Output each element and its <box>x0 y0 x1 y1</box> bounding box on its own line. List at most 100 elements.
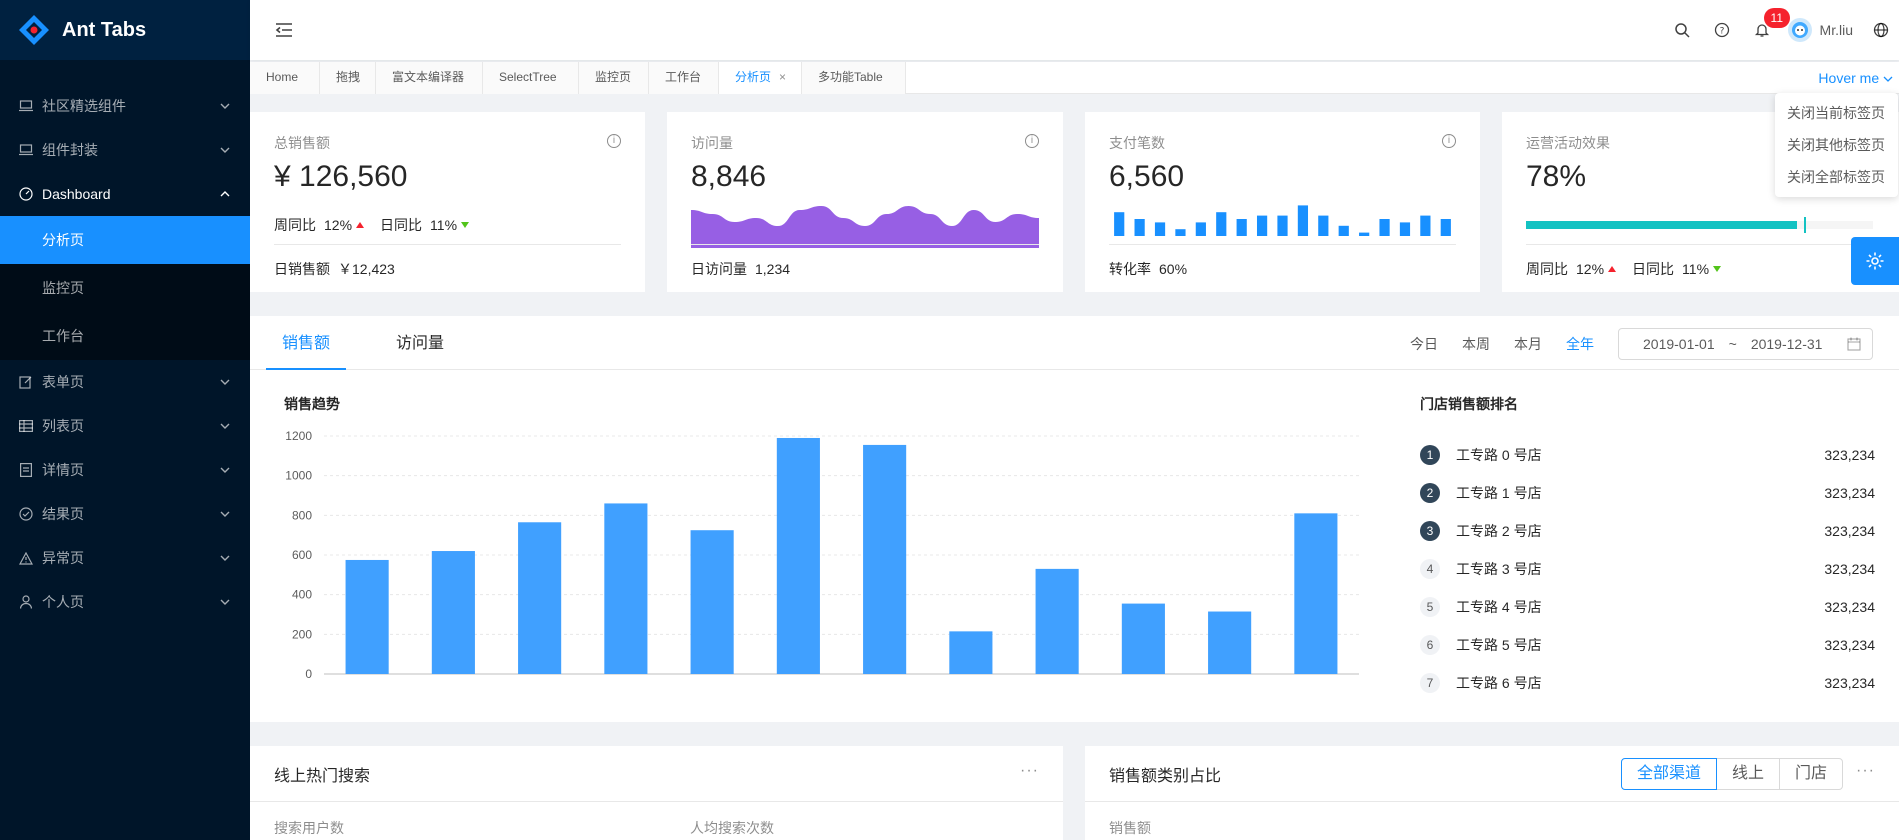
laptop-icon <box>18 142 34 158</box>
sidebar-item-monitor[interactable]: 监控页 <box>0 264 250 312</box>
sidebar-item-profile[interactable]: 详情页 <box>0 448 250 492</box>
gear-icon <box>1866 252 1884 270</box>
card-header: 线上热门搜索 ··· <box>250 746 1063 802</box>
store-name: 工专路 5 号店 <box>1456 637 1542 653</box>
y-tick-label: 1200 <box>285 429 312 443</box>
bar[interactable] <box>776 437 820 674</box>
chevron-down-icon <box>1883 76 1893 82</box>
close-current-tab-item[interactable]: 关闭当前标签页 <box>1775 97 1898 129</box>
chevron-down-icon <box>220 599 230 605</box>
sales-category-card: 销售额类别占比 全部渠道 线上 门店 ··· 销售额 <box>1085 746 1899 840</box>
user-menu[interactable]: Mr.liu <box>1782 0 1863 60</box>
more-icon[interactable]: ··· <box>1020 762 1039 780</box>
settings-drawer-button[interactable] <box>1851 237 1899 285</box>
sidebar-item-components[interactable]: 组件封装 <box>0 128 250 172</box>
channel-all-button[interactable]: 全部渠道 <box>1620 758 1717 790</box>
channel-online-button[interactable]: 线上 <box>1715 758 1780 790</box>
bar[interactable] <box>690 530 734 674</box>
search-per-user-label: 人均搜索次数 <box>690 820 774 836</box>
date-end: 2019-12-31 <box>1750 336 1823 352</box>
bar[interactable] <box>345 559 389 674</box>
bar[interactable] <box>1294 513 1338 674</box>
y-tick-label: 600 <box>292 548 312 562</box>
store-ranking-list: 1 工专路 0 号店 323,234 2 工专路 1 号店 323,234 3 工专路 2 号… <box>1420 436 1875 702</box>
caret-down-icon <box>461 222 470 228</box>
info-icon[interactable]: i <box>1025 134 1039 148</box>
store-name: 工专路 1 号店 <box>1456 485 1542 501</box>
sidebar-item-community[interactable]: 社区精选组件 <box>0 84 250 128</box>
search-icon[interactable] <box>1662 0 1702 60</box>
y-tick-label: 1000 <box>285 469 312 483</box>
svg-text:?: ? <box>1719 27 1724 37</box>
globe-icon[interactable] <box>1863 0 1899 60</box>
range-month-link[interactable]: 本月 <box>1514 334 1542 354</box>
close-other-tabs-item[interactable]: 关闭其他标签页 <box>1775 129 1898 161</box>
bar[interactable] <box>1208 611 1252 674</box>
sales-panel: 销售额 访问量 今日 本周 本月 全年 2019-01-01 ~ 2019-12… <box>250 316 1899 722</box>
card-footer: 转化率 60% <box>1109 244 1456 292</box>
date-range-picker[interactable]: 2019-01-01 ~ 2019-12-31 <box>1618 328 1873 360</box>
more-icon[interactable]: ··· <box>1856 762 1875 780</box>
tab-workplace[interactable]: 工作台 <box>649 62 719 94</box>
sidebar: Ant Tabs 社区精选组件 组件封装 Dashboard 分析页 监控页 工… <box>0 0 250 840</box>
card-footer: 周同比 12% 日同比 11% <box>1526 244 1875 292</box>
tab-analysis[interactable]: 分析页 × <box>719 62 802 94</box>
bar[interactable] <box>949 631 993 674</box>
help-icon[interactable]: ? <box>1702 0 1742 60</box>
store-sales-value: 323,234 <box>1824 523 1875 539</box>
sidebar-item-analysis[interactable]: 分析页 <box>0 216 250 264</box>
channel-store-button[interactable]: 门店 <box>1778 758 1843 790</box>
range-today-link[interactable]: 今日 <box>1410 334 1438 354</box>
tab-select-tree[interactable]: SelectTree <box>483 62 579 94</box>
sidebar-item-result[interactable]: 结果页 <box>0 492 250 536</box>
notification-bell[interactable]: 11 <box>1742 0 1791 60</box>
mini-bar <box>1256 215 1268 236</box>
sidebar-item-exception[interactable]: 异常页 <box>0 536 250 580</box>
bar[interactable] <box>1121 603 1165 674</box>
rank-number: 1 <box>1420 445 1440 465</box>
tab-drag[interactable]: 拖拽 <box>320 62 376 94</box>
sidebar-item-label: 详情页 <box>42 462 84 478</box>
chevron-down-icon <box>220 147 230 153</box>
footer-value: 1,234 <box>755 260 791 277</box>
bar[interactable] <box>863 444 907 674</box>
form-icon <box>18 374 34 390</box>
logo[interactable]: Ant Tabs <box>0 0 250 60</box>
mini-bar <box>1236 219 1247 236</box>
tab-visits[interactable]: 访问量 <box>380 316 460 370</box>
bar[interactable] <box>1035 568 1079 674</box>
range-week-link[interactable]: 本周 <box>1462 334 1490 354</box>
bar[interactable] <box>431 551 475 674</box>
sidebar-item-label: 组件封装 <box>42 142 98 158</box>
tab-home[interactable]: Home <box>250 62 320 94</box>
tab-actions-dropdown-trigger[interactable]: Hover me <box>1818 70 1893 86</box>
date-separator: ~ <box>1728 336 1737 352</box>
tab-label: 工作台 <box>665 70 702 84</box>
range-year-link[interactable]: 全年 <box>1566 334 1594 354</box>
sidebar-item-form[interactable]: 表单页 <box>0 360 250 404</box>
tab-multi-table[interactable]: 多功能Table <box>802 62 906 94</box>
chevron-down-icon <box>220 555 230 561</box>
store-sales-value: 323,234 <box>1824 675 1875 691</box>
card-title: 支付笔数 <box>1109 135 1165 151</box>
sidebar-item-workplace[interactable]: 工作台 <box>0 312 250 360</box>
sidebar-item-list[interactable]: 列表页 <box>0 404 250 448</box>
info-icon[interactable]: i <box>607 134 621 148</box>
table-icon <box>18 418 34 434</box>
tab-monitor[interactable]: 监控页 <box>579 62 649 94</box>
tab-actions-menu: 关闭当前标签页 关闭其他标签页 关闭全部标签页 <box>1775 93 1898 197</box>
sidebar-item-account[interactable]: 个人页 <box>0 580 250 624</box>
info-icon[interactable]: i <box>1442 134 1456 148</box>
bar[interactable] <box>518 522 562 674</box>
close-all-tabs-item[interactable]: 关闭全部标签页 <box>1775 161 1898 193</box>
tab-label: 分析页 <box>735 70 772 84</box>
sidebar-item-dashboard[interactable]: Dashboard <box>0 172 250 216</box>
tab-rich-editor[interactable]: 富文本编译器 <box>376 62 483 94</box>
footer-label: 日访问量 <box>691 260 747 277</box>
visits-card: 访问量 i 8,846 日访问量 1,234 <box>667 112 1063 292</box>
menu-fold-icon[interactable] <box>274 20 294 40</box>
close-icon[interactable]: × <box>779 70 786 84</box>
bar[interactable] <box>604 503 648 674</box>
tab-sales[interactable]: 销售额 <box>266 316 347 370</box>
mini-bar <box>1399 222 1411 236</box>
